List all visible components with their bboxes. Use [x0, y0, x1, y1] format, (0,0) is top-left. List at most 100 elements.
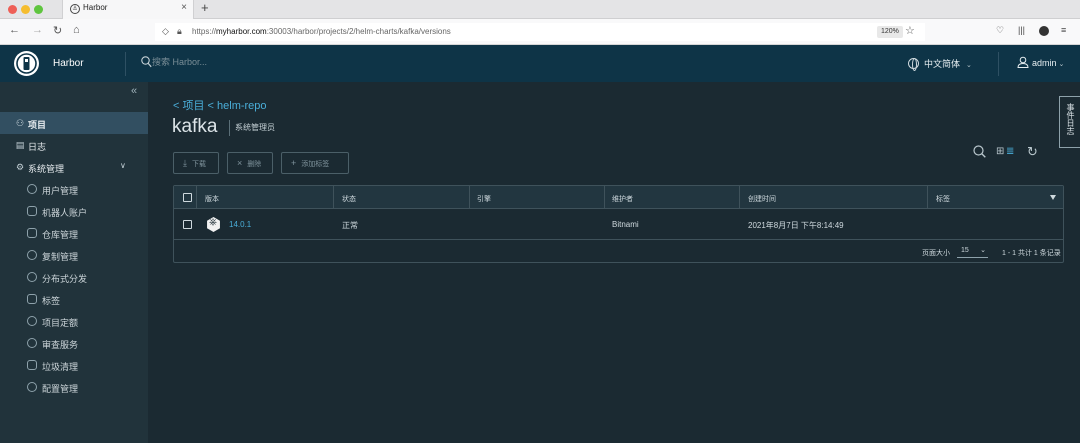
- language-label: 中文简体: [924, 59, 961, 69]
- quota-icon: [27, 316, 37, 326]
- logs-icon: ▤: [15, 140, 25, 150]
- menu-icon[interactable]: ≡: [1061, 25, 1066, 35]
- new-tab-button[interactable]: +: [201, 0, 209, 15]
- table-header: 版本 状态 引擎 维护者 创建时间 标签: [174, 186, 1063, 209]
- select-all-checkbox[interactable]: [183, 193, 192, 202]
- close-window-button[interactable]: [8, 5, 17, 14]
- user-icon: [1017, 56, 1029, 68]
- table-row[interactable]: 14.0.1 正常 Bitnami 2021年8月7日 下午8:14:49: [174, 210, 1063, 240]
- column-header-status[interactable]: 状态: [342, 194, 356, 204]
- lock-icon: 🔒︎: [177, 26, 182, 36]
- column-divider: [604, 186, 605, 209]
- breadcrumb[interactable]: < 项目 < helm-repo: [173, 97, 267, 113]
- sidebar-item-projects[interactable]: ⚇ 项目: [0, 112, 148, 134]
- browser-tab-bar: ⚓ Harbor × +: [0, 0, 1080, 19]
- event-log-label: 事件日志: [1066, 103, 1075, 135]
- column-divider: [739, 186, 740, 209]
- add-label-button[interactable]: + 添加标签: [281, 152, 349, 174]
- page-role: 系统管理员: [235, 123, 275, 132]
- page-size-select[interactable]: 15 ⌄: [957, 245, 988, 258]
- created-cell: 2021年8月7日 下午8:14:49: [748, 221, 844, 230]
- reload-icon[interactable]: ↻: [53, 24, 62, 37]
- app-header: Harbor 中文简体⌄ admin⌄: [0, 45, 1080, 82]
- registry-icon: [27, 228, 37, 238]
- chevron-down-icon: ⌄: [980, 247, 986, 254]
- sidebar-item-labels[interactable]: 标签: [0, 288, 148, 310]
- refresh-icon[interactable]: ↻: [1027, 144, 1038, 160]
- column-header-maintainer[interactable]: 维护者: [612, 194, 633, 204]
- column-header-labels[interactable]: 标签: [936, 194, 950, 204]
- language-selector[interactable]: 中文简体 ⌄: [908, 57, 972, 71]
- header-divider: [125, 52, 126, 76]
- card-view-icon[interactable]: ⊞: [996, 146, 1004, 157]
- sidebar-item-admin[interactable]: ⚙ 系统管理 ∨: [0, 156, 148, 178]
- home-icon[interactable]: ⌂: [73, 24, 80, 36]
- row-checkbox[interactable]: [183, 220, 192, 229]
- sidebar-item-replications[interactable]: 复制管理: [0, 244, 148, 266]
- download-button[interactable]: ⤓ 下载: [173, 152, 219, 174]
- zoom-level-badge[interactable]: 120%: [877, 26, 903, 38]
- replication-icon: [27, 250, 37, 260]
- sidebar-item-distribution[interactable]: 分布式分发: [0, 266, 148, 288]
- admin-icon: ⚙: [15, 162, 25, 172]
- distribution-icon: [27, 272, 37, 282]
- minimize-window-button[interactable]: [21, 5, 30, 14]
- bookmark-star-icon[interactable]: ☆: [905, 24, 915, 37]
- browser-tab[interactable]: ⚓ Harbor ×: [62, 0, 194, 19]
- sidebar-item-robot-accounts[interactable]: 机器人账户: [0, 200, 148, 222]
- maintainer-cell: Bitnami: [612, 220, 639, 229]
- column-divider: [333, 186, 334, 209]
- column-header-engine[interactable]: 引擎: [477, 194, 491, 204]
- page-title: kafka: [172, 116, 218, 137]
- search-icon: [141, 56, 152, 68]
- filter-search-icon[interactable]: [973, 145, 986, 158]
- user-menu[interactable]: admin ⌄: [1017, 56, 1064, 68]
- column-divider: [927, 186, 928, 209]
- account-icon[interactable]: [1039, 26, 1049, 36]
- tab-close-icon[interactable]: ×: [181, 2, 187, 13]
- config-icon: [27, 382, 37, 392]
- harbor-favicon-icon: ⚓: [70, 4, 80, 14]
- sidebar-item-configuration[interactable]: 配置管理: [0, 376, 148, 398]
- event-log-tab[interactable]: 事件日志: [1059, 96, 1080, 148]
- url-bar[interactable]: ◇ 🔒︎ https://myharbor.com:30003/harbor/p…: [155, 23, 925, 41]
- maximize-window-button[interactable]: [34, 5, 43, 14]
- sidebar-item-registries[interactable]: 仓库管理: [0, 222, 148, 244]
- username-label: admin: [1032, 58, 1057, 68]
- column-divider: [196, 186, 197, 209]
- gc-icon: [27, 360, 37, 370]
- pagination-total: 1 - 1 共计 1 条记录: [1002, 250, 1061, 257]
- download-icon: ⤓: [183, 158, 187, 168]
- sidebar-item-users[interactable]: 用户管理: [0, 178, 148, 200]
- sidebar-item-logs[interactable]: ▤ 日志: [0, 134, 148, 156]
- header-divider: [998, 52, 999, 76]
- sidebar-item-scanners[interactable]: 审查服务: [0, 332, 148, 354]
- version-link[interactable]: 14.0.1: [229, 220, 251, 229]
- pocket-icon[interactable]: ♡: [996, 25, 1004, 36]
- harbor-logo-icon[interactable]: [14, 51, 39, 76]
- forward-arrow-icon[interactable]: →: [32, 24, 43, 36]
- list-view-icon[interactable]: ≣: [1006, 146, 1014, 157]
- globe-icon: [908, 58, 919, 71]
- sidebar-item-gc[interactable]: 垃圾清理: [0, 354, 148, 376]
- filter-icon[interactable]: [1050, 195, 1056, 200]
- sidebar-item-quotas[interactable]: 项目定额: [0, 310, 148, 332]
- close-icon: ×: [237, 158, 243, 168]
- page-size-label: 页面大小: [922, 250, 950, 257]
- plus-icon: +: [291, 158, 297, 168]
- url-text[interactable]: https://myharbor.com:30003/harbor/projec…: [192, 27, 451, 36]
- search-input[interactable]: [152, 57, 262, 67]
- chevron-down-icon: ∨: [120, 161, 126, 170]
- column-header-created[interactable]: 创建时间: [748, 194, 776, 204]
- collapse-sidebar-icon[interactable]: «: [131, 85, 137, 97]
- delete-button[interactable]: × 删除: [227, 152, 273, 174]
- column-header-version[interactable]: 版本: [205, 194, 219, 204]
- library-icon[interactable]: |||: [1018, 25, 1025, 35]
- versions-table: 版本 状态 引擎 维护者 创建时间 标签 14.0.1 正常 Bitnami 2…: [173, 185, 1064, 263]
- title-divider: [229, 120, 230, 136]
- shield-icon: ◇: [162, 26, 169, 36]
- back-arrow-icon[interactable]: ←: [9, 24, 20, 36]
- chevron-down-icon: ⌄: [1058, 61, 1065, 68]
- browser-nav-bar: ← → ↻ ⌂ ◇ 🔒︎ https://myharbor.com:30003/…: [0, 19, 1080, 45]
- status-cell: 正常: [342, 221, 358, 230]
